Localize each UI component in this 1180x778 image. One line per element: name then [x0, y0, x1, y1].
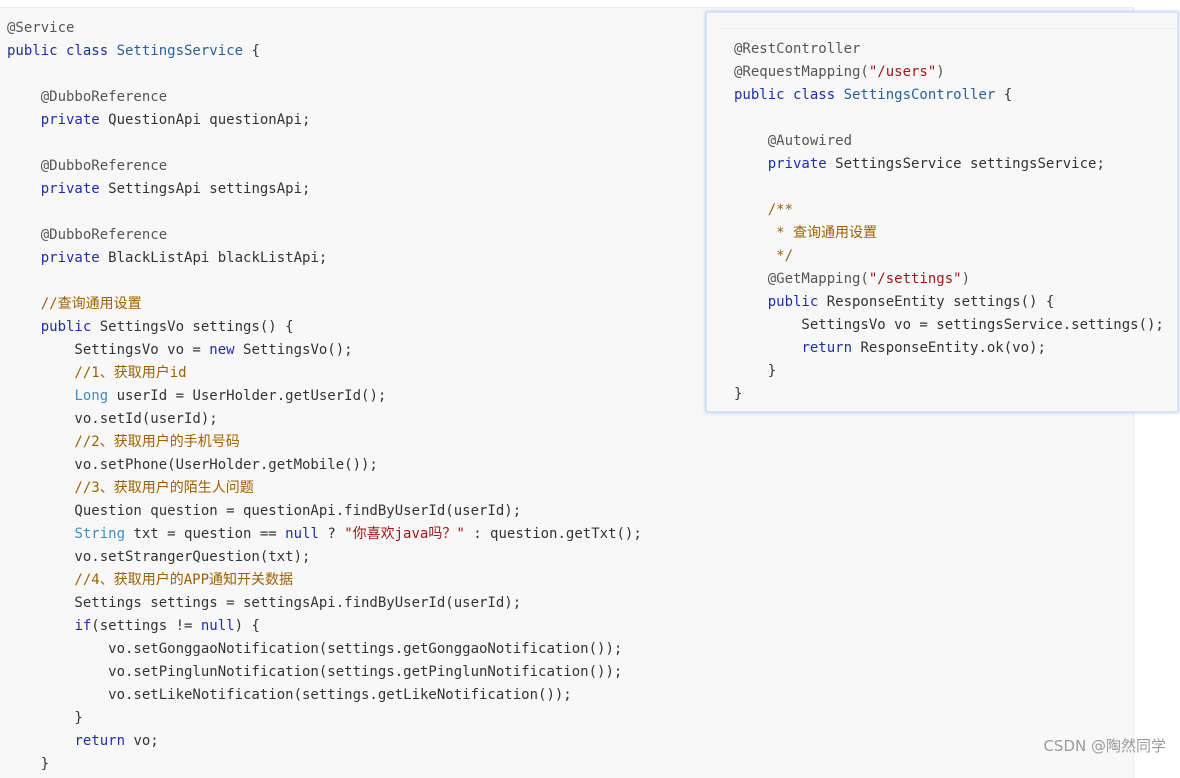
code-line: @RequestMapping("/users")	[734, 64, 945, 80]
code-line: }	[734, 386, 743, 402]
code-comment: /**	[734, 202, 794, 218]
code-line: }	[734, 363, 777, 379]
code-line: private SettingsService settingsService;	[734, 156, 1105, 172]
code-line: Question question = questionApi.findByUs…	[7, 503, 522, 519]
code-line: public ResponseEntity settings() {	[734, 294, 1055, 310]
code-line: public class SettingsController {	[734, 87, 1013, 103]
code-line: vo.setPhone(UserHolder.getMobile());	[7, 457, 378, 473]
controller-code-popup: @RestController @RequestMapping("/users")…	[706, 12, 1178, 412]
code-line: vo.setPinglunNotification(settings.getPi…	[7, 664, 623, 680]
code-line: vo.setGonggaoNotification(settings.getGo…	[7, 641, 623, 657]
code-line: return vo;	[74, 733, 159, 749]
code-line: SettingsVo vo = settingsService.settings…	[734, 317, 1164, 333]
code-line: vo.setStrangerQuestion(txt);	[7, 549, 311, 565]
code-line: }	[7, 756, 50, 772]
code-comment: */	[734, 248, 794, 264]
popup-code: @RestController @RequestMapping("/users")…	[707, 13, 1177, 406]
code-line: @GetMapping("/settings")	[734, 271, 971, 287]
code-line: }	[7, 710, 83, 726]
csdn-watermark: CSDN @陶然同学	[1043, 737, 1166, 755]
code-comment: * 查询通用设置	[734, 225, 878, 241]
code-line: @RestController	[734, 41, 861, 57]
code-comment: //2、获取用户的手机号码	[7, 434, 240, 450]
popup-inner-border	[721, 28, 1177, 29]
code-comment: //4、获取用户的APP通知开关数据	[7, 572, 294, 588]
code-line: vo.setLikeNotification(settings.getLikeN…	[7, 687, 572, 703]
code-comment: //3、获取用户的陌生人问题	[7, 480, 254, 496]
code-line: String txt = question == null ? "你喜欢java…	[74, 526, 642, 542]
code-line: if(settings != null) {	[74, 618, 260, 634]
code-line: @Autowired	[734, 133, 853, 149]
code-line: return ResponseEntity.ok(vo);	[801, 340, 1046, 356]
code-line: Settings settings = settingsApi.findByUs…	[7, 595, 522, 611]
